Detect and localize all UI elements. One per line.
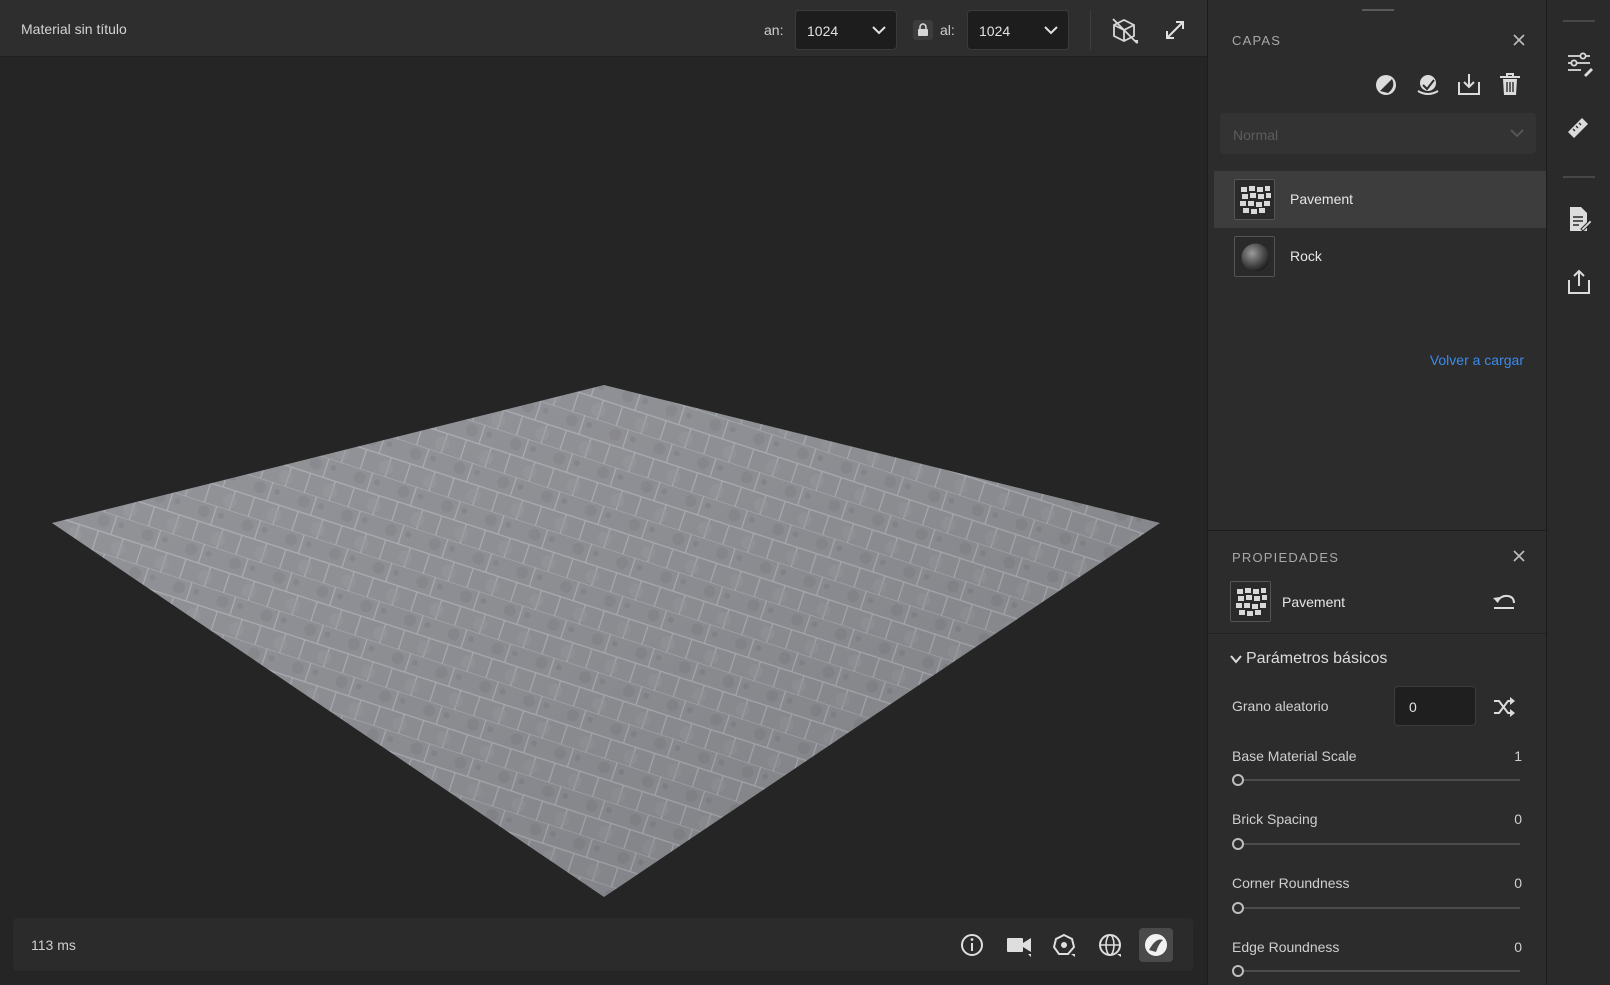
toolbar-divider	[1563, 176, 1595, 178]
param-label-brick-spacing: Brick Spacing	[1232, 811, 1318, 827]
param-value-brick-spacing[interactable]: 0	[1514, 811, 1522, 827]
seed-label: Grano aleatorio	[1232, 698, 1329, 714]
chevron-down-icon	[1044, 26, 1058, 35]
environment-button[interactable]	[1093, 928, 1127, 962]
chevron-down-icon[interactable]	[1230, 655, 1242, 664]
toolbar-divider	[1563, 20, 1595, 22]
side-toolbar	[1546, 0, 1610, 985]
adjustments-icon[interactable]	[1565, 50, 1593, 78]
height-value: 1024	[979, 23, 1011, 39]
mask-icon[interactable]	[1374, 73, 1398, 97]
pavement-thumb	[1234, 179, 1275, 220]
3d-view-toggle-icon[interactable]	[1110, 16, 1140, 46]
chevron-down-icon	[872, 26, 886, 35]
width-select[interactable]: 1024	[795, 10, 897, 50]
slider-track-brick-spacing[interactable]	[1238, 843, 1520, 845]
chevron-down-icon	[1510, 129, 1524, 138]
lighting-button[interactable]	[1047, 928, 1081, 962]
reload-link[interactable]: Volver a cargar	[1430, 352, 1524, 368]
close-icon[interactable]	[1512, 549, 1526, 563]
width-label: an:	[764, 22, 784, 38]
import-icon[interactable]	[1457, 72, 1481, 96]
3d-preview-canvas[interactable]	[0, 57, 1207, 917]
slider-track-edge-roundness[interactable]	[1238, 970, 1520, 972]
document-icon[interactable]	[1565, 205, 1593, 233]
render-time: 113 ms	[31, 937, 76, 953]
blend-mode-select[interactable]: Normal	[1220, 113, 1536, 154]
lock-icon	[918, 23, 928, 36]
camera-button[interactable]	[1001, 928, 1035, 962]
properties-item-name: Pavement	[1282, 594, 1346, 610]
section-title-basic-params[interactable]: Parámetros básicos	[1246, 650, 1387, 668]
slider-track-corner-roundness[interactable]	[1238, 907, 1520, 909]
layer-item-rock[interactable]: Rock	[1214, 228, 1547, 285]
aspect-lock-button[interactable]	[913, 20, 933, 40]
blend-mode-value: Normal	[1233, 127, 1279, 143]
fullscreen-icon[interactable]	[1164, 19, 1186, 41]
material-plane-shading	[52, 385, 1160, 897]
slider-track-base-material-scale[interactable]	[1238, 779, 1520, 781]
viewport-statusbar: 113 ms	[13, 918, 1193, 971]
panel-divider	[1208, 633, 1547, 634]
param-label-corner-roundness: Corner Roundness	[1232, 875, 1350, 891]
slider-knob-brick-spacing[interactable]	[1232, 838, 1244, 850]
close-icon[interactable]	[1512, 33, 1526, 47]
material-view-icon	[1145, 934, 1167, 956]
slider-knob-corner-roundness[interactable]	[1232, 902, 1244, 914]
rock-sphere-thumb	[1234, 236, 1275, 277]
material-view-button[interactable]	[1139, 928, 1173, 962]
measure-icon[interactable]	[1565, 113, 1593, 141]
right-panel: CAPAS Normal Pavement Rock Volver a carg…	[1207, 0, 1547, 985]
viewport-area: Material sin título an: 1024 al: 1024 11…	[0, 0, 1207, 985]
toolbar-divider	[1090, 10, 1091, 50]
slider-knob-base-material-scale[interactable]	[1232, 774, 1244, 786]
viewport-toolbar: Material sin título an: 1024 al: 1024	[0, 0, 1207, 57]
param-value-edge-roundness[interactable]: 0	[1514, 939, 1522, 955]
properties-panel-title: PROPIEDADES	[1232, 550, 1340, 565]
param-label-base-material-scale: Base Material Scale	[1232, 748, 1357, 764]
fill-layer-icon[interactable]	[1415, 73, 1441, 97]
shuffle-icon[interactable]	[1492, 696, 1516, 718]
param-label-edge-roundness: Edge Roundness	[1232, 939, 1340, 955]
param-value-base-material-scale[interactable]: 1	[1514, 748, 1522, 764]
panel-divider	[1208, 530, 1547, 531]
seed-input[interactable]: 0	[1394, 686, 1476, 726]
info-button[interactable]	[955, 928, 989, 962]
pavement-thumb	[1230, 581, 1271, 622]
camera-icon	[1007, 938, 1031, 957]
width-value: 1024	[807, 23, 839, 39]
panel-drag-handle[interactable]	[1362, 9, 1394, 11]
layer-name-rock: Rock	[1290, 248, 1322, 264]
reset-icon[interactable]	[1491, 591, 1517, 613]
trash-icon[interactable]	[1499, 72, 1521, 96]
lighting-icon	[1052, 933, 1076, 957]
layer-name-pavement: Pavement	[1290, 191, 1354, 207]
layers-panel-title: CAPAS	[1232, 33, 1282, 48]
height-label: al:	[940, 22, 955, 38]
document-title: Material sin título	[21, 21, 127, 37]
layer-item-pavement[interactable]: Pavement	[1214, 171, 1547, 228]
seed-value: 0	[1409, 699, 1417, 715]
height-select[interactable]: 1024	[967, 10, 1069, 50]
environment-icon	[1099, 934, 1121, 957]
info-icon	[961, 934, 983, 956]
param-value-corner-roundness[interactable]: 0	[1514, 875, 1522, 891]
slider-knob-edge-roundness[interactable]	[1232, 965, 1244, 977]
export-icon[interactable]	[1565, 268, 1593, 296]
